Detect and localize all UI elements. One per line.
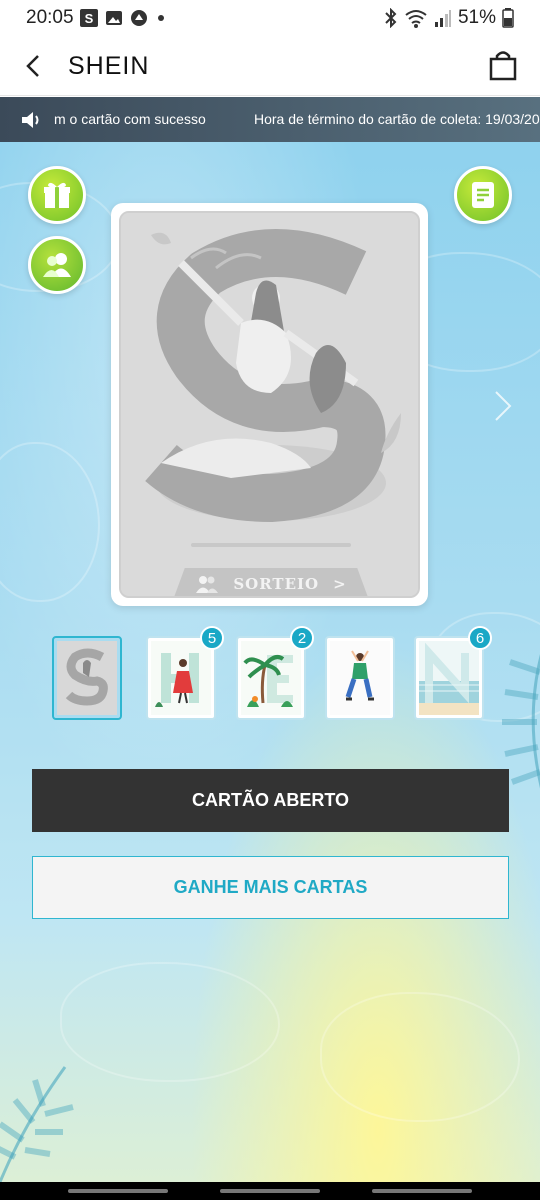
card-thumbnail-n[interactable]: 6 [414,626,492,720]
status-bar: 20:05 S 51% [0,0,540,36]
open-card-button[interactable]: CARTÃO ABERTO [32,769,509,832]
letter-h-thumbnail [151,641,211,715]
page-title: SHEIN [68,52,150,80]
raffle-button[interactable]: SORTEIO > [173,568,369,596]
sync-icon [131,10,147,26]
back-icon[interactable] [18,50,50,82]
gift-button[interactable] [28,166,86,224]
users-icon [196,576,219,593]
letter-i-thumbnail [330,641,390,715]
battery-icon [502,8,514,28]
locked-card-s[interactable]: SORTEIO > [119,211,420,598]
users-icon [43,253,71,277]
water-ripple [320,992,520,1122]
bluetooth-icon [385,8,397,28]
raffle-label: SORTEIO [233,575,320,593]
gallery-icon [106,11,122,25]
document-icon [472,182,494,208]
nav-home-handle[interactable] [220,1189,320,1193]
notice-message: m o cartão com sucesso [54,111,206,127]
next-card-icon[interactable] [492,388,514,424]
card-thumbnail-i[interactable] [325,636,395,720]
letter-e-thumbnail [241,641,301,715]
water-ripple [60,962,280,1082]
card-thumbnail-h[interactable]: 5 [146,626,224,720]
status-time: 20:05 [26,7,74,28]
palm-leaf-decoration [0,1066,74,1182]
nav-back-handle[interactable] [372,1189,472,1193]
gift-icon [44,182,70,208]
system-nav-bar [0,1182,540,1200]
get-more-cards-button[interactable]: GANHE MAIS CARTAS [32,856,509,919]
card-thumbnail-s[interactable] [52,636,122,720]
card-count-badge: 6 [468,626,492,650]
s-app-icon: S [80,9,98,27]
card-count-badge: 2 [290,626,314,650]
signal-icon [434,10,451,27]
water-ripple [0,442,100,602]
notice-end-time: Hora de término do cartão de coleta: 19/… [254,111,540,127]
shopping-bag-icon[interactable] [486,48,520,82]
nav-recent-handle[interactable] [68,1189,168,1193]
raffle-arrow: > [333,575,347,593]
letter-n-thumbnail [419,641,479,715]
battery-percent: 51% [457,7,496,28]
card-thumbnail-e[interactable]: 2 [236,626,314,720]
svg-text:S: S [85,11,94,26]
speaker-icon [22,112,39,128]
letter-s-thumbnail [57,641,117,715]
notice-ticker: m o cartão com sucesso Hora de término d… [0,97,540,142]
wifi-icon [405,10,427,28]
rules-button[interactable] [454,166,512,224]
collect-cards-area: SORTEIO > 5 2 6 CARTÃO ABERTO GANHE MAIS… [0,142,540,1182]
dot-icon [158,15,164,21]
app-header: SHEIN [0,36,540,96]
card-count-badge: 5 [200,626,224,650]
card-frame: SORTEIO > [111,203,428,606]
letter-s-illustration [121,213,418,596]
invite-friends-button[interactable] [28,236,86,294]
